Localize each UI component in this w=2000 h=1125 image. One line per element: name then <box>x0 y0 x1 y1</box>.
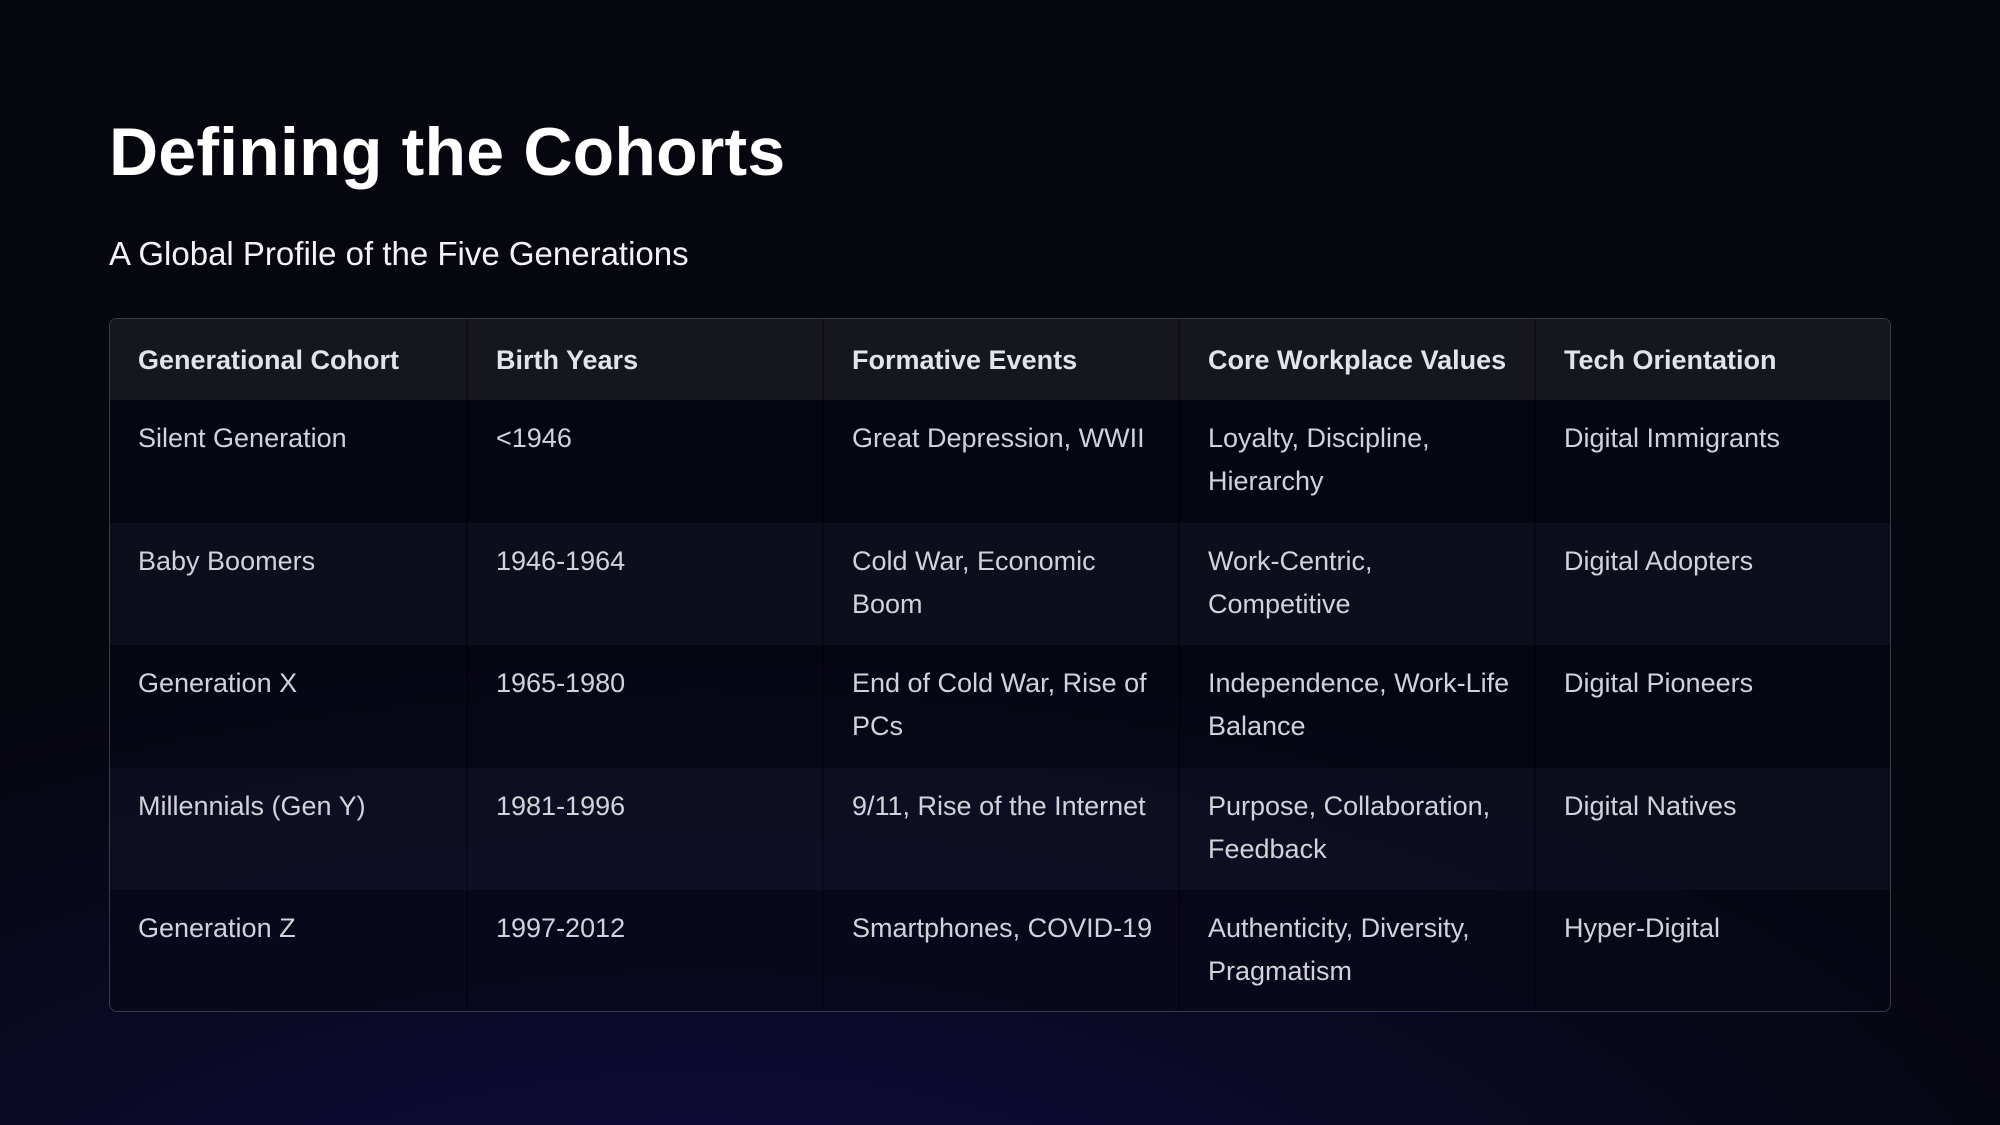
cell-tech-orientation: Hyper-Digital <box>1534 890 1890 1011</box>
table-row: Silent Generation <1946 Great Depression… <box>110 400 1890 523</box>
cell-birth-years: 1946-1964 <box>466 522 823 645</box>
cell-workplace-values: Authenticity, Diversity, Pragmatism <box>1178 890 1535 1011</box>
cell-birth-years: 1997-2012 <box>466 890 823 1011</box>
column-header-generational-cohort: Generational Cohort <box>138 344 400 375</box>
cell-tech-orientation: Digital Adopters <box>1534 522 1890 645</box>
cell-workplace-values: Loyalty, Discipline, Hierarchy <box>1178 400 1535 523</box>
table-row: Generation Z 1997-2012 Smartphones, COVI… <box>110 890 1890 1011</box>
cell-birth-years: <1946 <box>466 400 823 523</box>
cell-formative-events: Smartphones, COVID-19 <box>822 890 1179 1011</box>
cohort-table-container: Generational Cohort Birth Years Formativ… <box>109 318 1891 1012</box>
column-header-core-workplace-values: Core Workplace Values <box>1178 319 1535 400</box>
table-row: Millennials (Gen Y) 1981-1996 9/11, Rise… <box>110 767 1890 890</box>
cohort-table: Generational Cohort Birth Years Formativ… <box>110 319 1890 1011</box>
cell-cohort: Baby Boomers <box>138 545 316 576</box>
cell-workplace-values: Work-Centric, Competitive <box>1178 522 1535 645</box>
cell-cohort: Generation X <box>138 668 298 698</box>
column-header-formative-events: Formative Events <box>822 319 1179 400</box>
table-row: Generation X 1965-1980 End of Cold War, … <box>110 645 1890 768</box>
page-subtitle: A Global Profile of the Five Generations <box>109 235 689 272</box>
cell-cohort: Millennials (Gen Y) <box>138 790 366 821</box>
cell-formative-events: Great Depression, WWII <box>822 400 1179 523</box>
cell-workplace-values: Purpose, Collaboration, Feedback <box>1178 767 1535 890</box>
cell-birth-years: 1981-1996 <box>466 767 823 890</box>
cell-cohort: Generation Z <box>138 913 296 943</box>
cell-tech-orientation: Digital Pioneers <box>1534 645 1890 768</box>
table-header-row: Generational Cohort Birth Years Formativ… <box>110 319 1890 400</box>
cell-workplace-values: Independence, Work-Life Balance <box>1178 645 1535 768</box>
cell-birth-years: 1965-1980 <box>466 645 823 768</box>
cell-formative-events: 9/11, Rise of the Internet <box>822 767 1179 890</box>
column-header-tech-orientation: Tech Orientation <box>1534 319 1890 400</box>
cell-formative-events: End of Cold War, Rise of PCs <box>822 645 1179 768</box>
cell-tech-orientation: Digital Immigrants <box>1534 400 1890 523</box>
table-row: Baby Boomers 1946-1964 Cold War, Economi… <box>110 522 1890 645</box>
cell-formative-events: Cold War, Economic Boom <box>822 522 1179 645</box>
page-title: Defining the Cohorts <box>109 114 786 190</box>
cell-tech-orientation: Digital Natives <box>1534 767 1890 890</box>
cell-cohort: Silent Generation <box>138 423 347 453</box>
column-header-birth-years: Birth Years <box>466 319 823 400</box>
